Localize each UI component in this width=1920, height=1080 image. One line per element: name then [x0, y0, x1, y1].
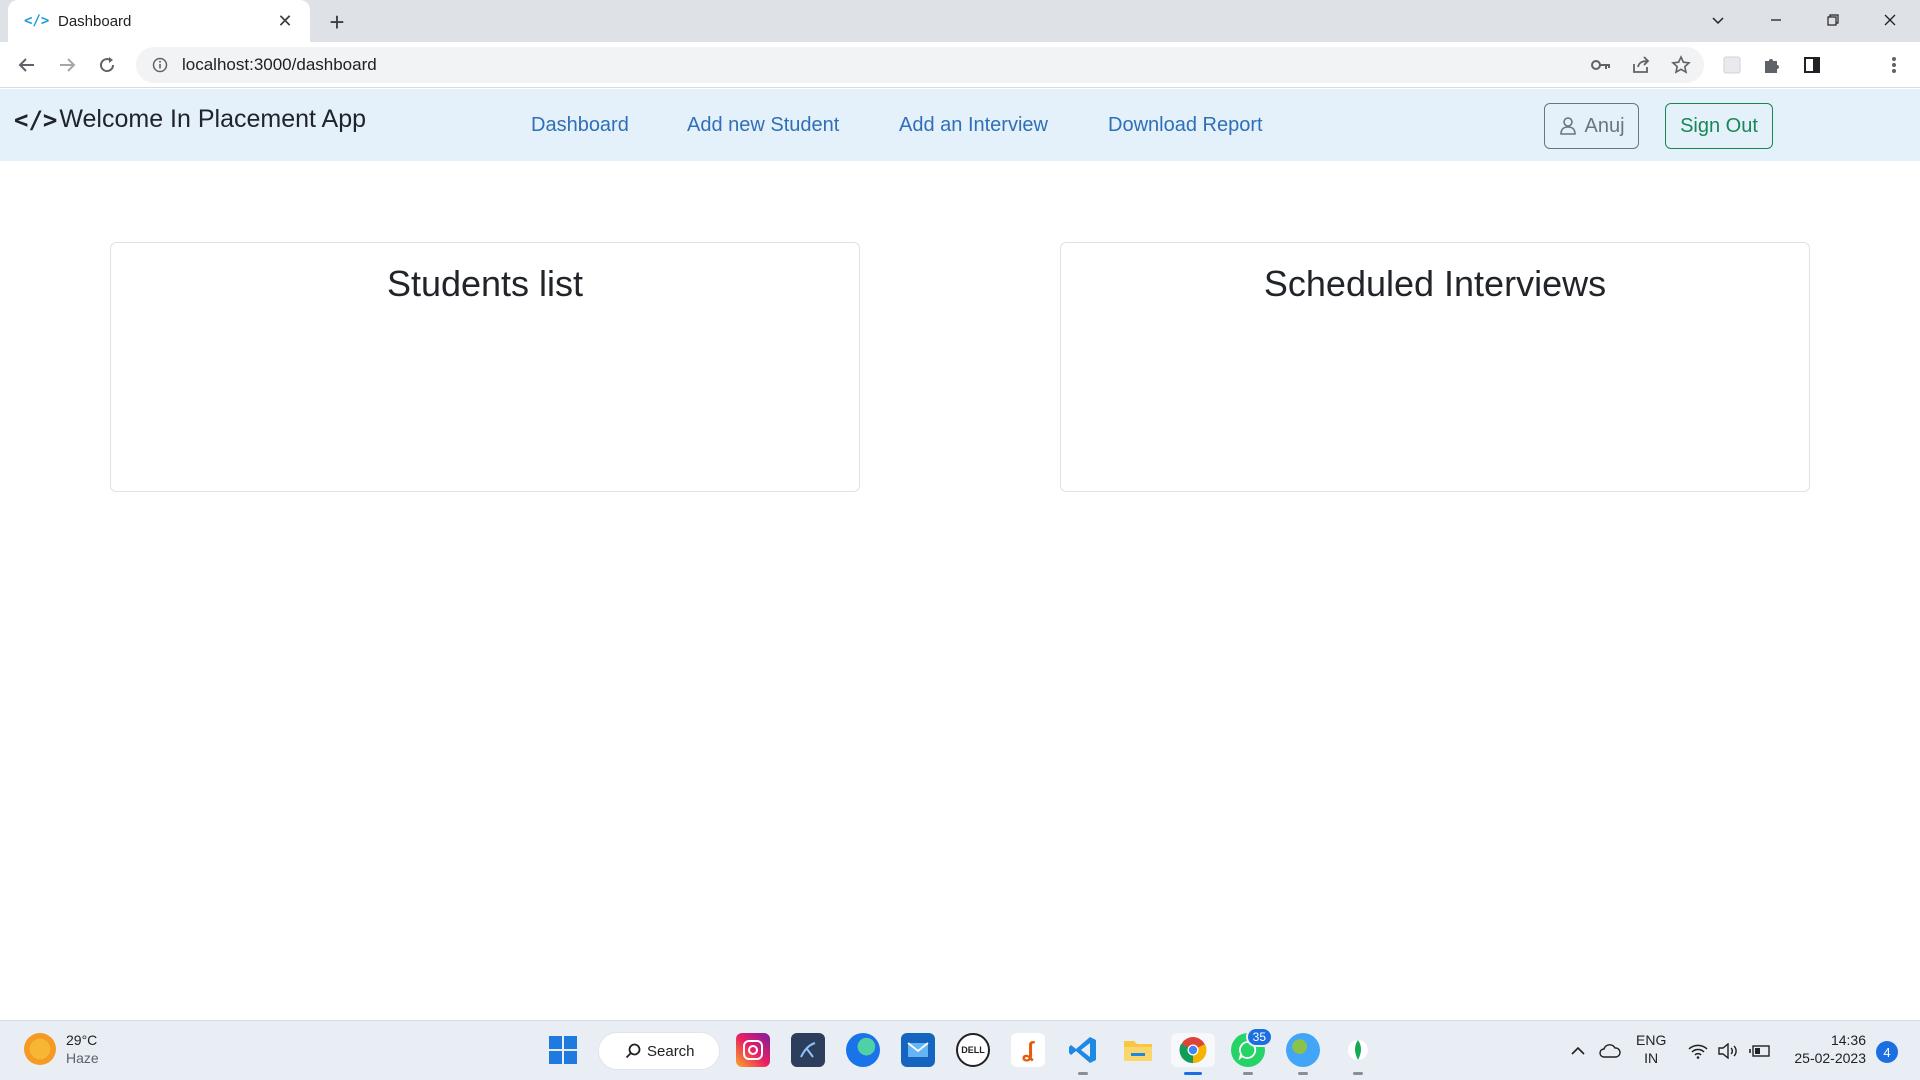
tab-title: Dashboard: [58, 12, 132, 30]
running-indicator: [1298, 1072, 1308, 1075]
new-tab-button[interactable]: +: [322, 7, 352, 37]
chrome-icon[interactable]: [1171, 1033, 1215, 1075]
os-taskbar: 29°C Haze Search DELL ʆ 35 ENG IN 14:36 …: [0, 1020, 1920, 1080]
code-icon: </>: [24, 13, 50, 29]
weather-temperature: 29°C: [66, 1032, 98, 1048]
running-indicator: [1078, 1072, 1088, 1075]
globe-app-icon[interactable]: [1286, 1033, 1320, 1075]
extensions-puzzle-icon[interactable]: [1758, 51, 1786, 79]
language-indicator[interactable]: ENG IN: [1636, 1031, 1666, 1067]
weather-widget[interactable]: 29°C Haze: [24, 1031, 99, 1067]
tab-search-icon[interactable]: [1690, 0, 1746, 40]
url-text: localhost:3000/dashboard: [182, 55, 377, 74]
browser-tab-dashboard[interactable]: </> Dashboard ✕: [8, 0, 310, 42]
back-button[interactable]: [12, 50, 42, 80]
forward-button[interactable]: [52, 50, 82, 80]
language-top: ENG: [1636, 1032, 1667, 1048]
app-navbar: </> Welcome In Placement App Dashboard A…: [0, 89, 1920, 161]
whatsapp-badge: 35: [1245, 1027, 1273, 1047]
share-icon[interactable]: [1627, 51, 1655, 79]
restore-button[interactable]: [1805, 0, 1861, 40]
running-indicator: [1243, 1072, 1253, 1075]
code-icon: </>: [14, 105, 58, 134]
search-icon: [625, 1043, 641, 1059]
user-name: Anuj: [1584, 114, 1625, 137]
mail-icon[interactable]: [901, 1033, 935, 1067]
clock-time: 14:36: [1830, 1032, 1866, 1048]
scheduled-interviews-title: Scheduled Interviews: [1263, 263, 1607, 304]
user-profile-button[interactable]: Anuj: [1544, 103, 1639, 149]
close-window-button[interactable]: [1862, 0, 1918, 40]
scratch-app-icon[interactable]: ʆ: [1011, 1033, 1045, 1067]
brand-title: Welcome In Placement App: [59, 105, 366, 133]
password-key-icon[interactable]: [1587, 51, 1615, 79]
clock[interactable]: 14:36 25-02-2023: [1786, 1031, 1866, 1067]
nav-link-download-report[interactable]: Download Report: [1108, 114, 1263, 137]
browser-menu-icon[interactable]: [1880, 51, 1908, 79]
minimize-button[interactable]: [1748, 0, 1804, 40]
battery-icon[interactable]: [1748, 1039, 1772, 1063]
side-panel-icon[interactable]: [1798, 51, 1826, 79]
windows-start-icon[interactable]: [546, 1033, 580, 1067]
notification-count-badge[interactable]: 4: [1876, 1041, 1898, 1063]
dell-icon[interactable]: DELL: [956, 1033, 990, 1067]
mongodb-compass-icon[interactable]: [1341, 1033, 1375, 1075]
onedrive-cloud-icon[interactable]: [1598, 1039, 1622, 1063]
bookmark-star-icon[interactable]: [1667, 51, 1695, 79]
extension-placeholder-icon[interactable]: [1718, 51, 1746, 79]
site-info-icon[interactable]: [148, 53, 172, 77]
chevron-up-icon[interactable]: [1566, 1039, 1590, 1063]
nav-link-dashboard[interactable]: Dashboard: [531, 114, 629, 137]
reload-button[interactable]: [92, 50, 122, 80]
mysql-workbench-icon[interactable]: [791, 1033, 825, 1067]
scheduled-interviews-card: Scheduled Interviews: [1060, 242, 1810, 492]
edge-browser-icon[interactable]: [846, 1033, 880, 1067]
vscode-icon[interactable]: [1066, 1033, 1100, 1075]
address-bar[interactable]: localhost:3000/dashboard: [136, 47, 1704, 83]
browser-tabstrip: </> Dashboard ✕ +: [0, 0, 1920, 42]
file-explorer-icon[interactable]: [1121, 1033, 1155, 1067]
browser-toolbar: localhost:3000/dashboard: [0, 42, 1920, 120]
sign-out-button[interactable]: Sign Out: [1665, 103, 1773, 149]
instagram-icon[interactable]: [736, 1033, 770, 1067]
search-label: Search: [647, 1042, 695, 1060]
brand[interactable]: </> Welcome In Placement App: [14, 105, 366, 134]
wifi-icon[interactable]: [1686, 1039, 1710, 1063]
active-indicator: [1184, 1072, 1202, 1075]
close-tab-icon[interactable]: ✕: [274, 10, 296, 32]
students-list-card: Students list: [110, 242, 860, 492]
volume-icon[interactable]: [1716, 1039, 1740, 1063]
weather-condition: Haze: [66, 1050, 99, 1066]
user-icon: [1560, 117, 1577, 135]
language-bottom: IN: [1644, 1050, 1659, 1066]
nav-link-add-student[interactable]: Add new Student: [687, 114, 839, 137]
nav-link-add-interview[interactable]: Add an Interview: [899, 114, 1048, 137]
students-list-title: Students list: [386, 263, 584, 304]
clock-date: 25-02-2023: [1794, 1050, 1866, 1066]
whatsapp-icon[interactable]: 35: [1231, 1027, 1273, 1075]
running-indicator: [1353, 1072, 1363, 1075]
haze-sun-icon: [24, 1033, 56, 1065]
taskbar-search[interactable]: Search: [598, 1032, 720, 1070]
